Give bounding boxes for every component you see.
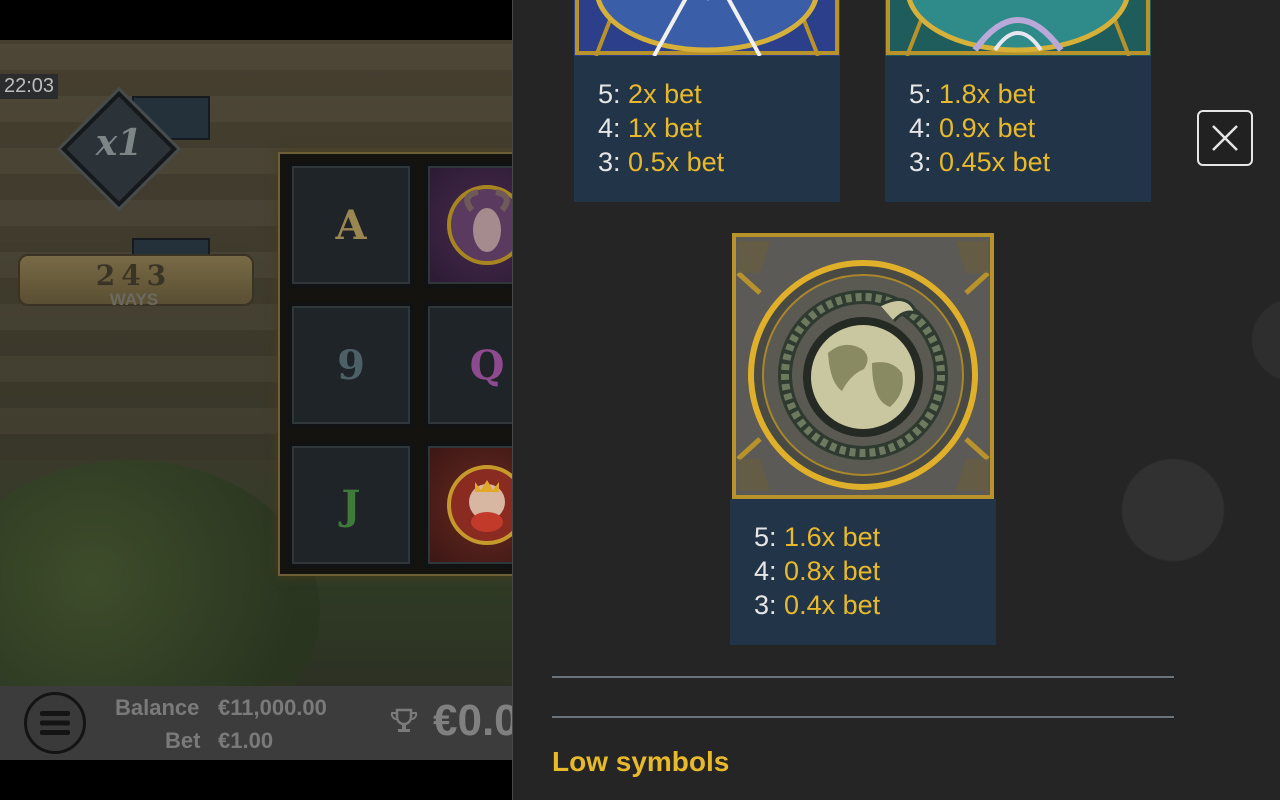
section-divider [552, 676, 1174, 678]
close-icon [1212, 125, 1238, 151]
reel-symbol-a: A [288, 162, 414, 288]
bet-label: Bet [165, 728, 201, 753]
paytable-card-3-values: 5: 1.6x bet 4: 0.8x bet 3: 0.4x bet [730, 499, 996, 645]
payout-value: 0.8x bet [784, 556, 881, 586]
hamburger-icon [40, 711, 70, 735]
payout-value: 2x bet [628, 79, 702, 109]
menu-button[interactable] [24, 692, 86, 754]
symbol-letter: J [341, 481, 361, 529]
balance-value: €11,000.00 [218, 695, 327, 720]
close-button[interactable] [1197, 110, 1253, 166]
clock: 22:03 [0, 74, 59, 99]
payout-value: 0.5x bet [628, 147, 725, 177]
payout-value: 1.6x bet [784, 522, 881, 552]
count-label: 4: [909, 113, 932, 143]
payout-value: 1x bet [628, 113, 702, 143]
count-label: 3: [598, 147, 621, 177]
globe-symbol-icon [730, 233, 996, 499]
paytable-panel[interactable]: 5: 2x bet 4: 1x bet 3: 0.5x bet 5: 1.8x … [512, 0, 1280, 800]
symbol-letter: A [335, 201, 367, 249]
count-label: 5: [754, 522, 777, 552]
reel-grid: A 9 J Q [278, 152, 512, 576]
trophy-icon [390, 708, 418, 732]
count-label: 4: [598, 113, 621, 143]
symbol-letter: 9 [337, 341, 365, 389]
paytable-card-2-values: 5: 1.8x bet 4: 0.9x bet 3: 0.45x bet [885, 56, 1151, 202]
multiplier-badge: x1 [58, 82, 210, 282]
ways-label: WAYS [109, 290, 159, 309]
star-symbol-icon [574, 0, 840, 56]
reel-symbol-9: 9 [288, 302, 414, 428]
reel-symbol-q: Q [424, 302, 512, 428]
count-label: 3: [909, 147, 932, 177]
count-label: 5: [598, 79, 621, 109]
low-symbols-heading: Low symbols [552, 746, 730, 777]
count-label: 3: [754, 590, 777, 620]
bet-value: €1.00 [218, 728, 274, 753]
count-label: 4: [754, 556, 777, 586]
tree-symbol-icon [885, 0, 1151, 56]
payout-value: 1.8x bet [939, 79, 1036, 109]
section-divider [552, 716, 1174, 718]
goat-symbol-icon [424, 162, 512, 288]
game-area: 22:03 x1 243 WAYS A 9 J Q Balance €11,00… [0, 40, 512, 760]
paytable-card-1-values: 5: 2x bet 4: 1x bet 3: 0.5x bet [574, 56, 840, 202]
king-symbol-icon [424, 442, 512, 568]
balance-label: Balance [115, 695, 200, 720]
symbol-letter: Q [469, 341, 505, 389]
payout-value: 0.45x bet [939, 147, 1051, 177]
payout-value: 0.4x bet [784, 590, 881, 620]
multiplier-value: x1 [95, 122, 143, 164]
reel-symbol-j: J [288, 442, 414, 568]
payout-value: 0.9x bet [939, 113, 1036, 143]
win-amount: €0.00 [433, 696, 512, 745]
count-label: 5: [909, 79, 932, 109]
